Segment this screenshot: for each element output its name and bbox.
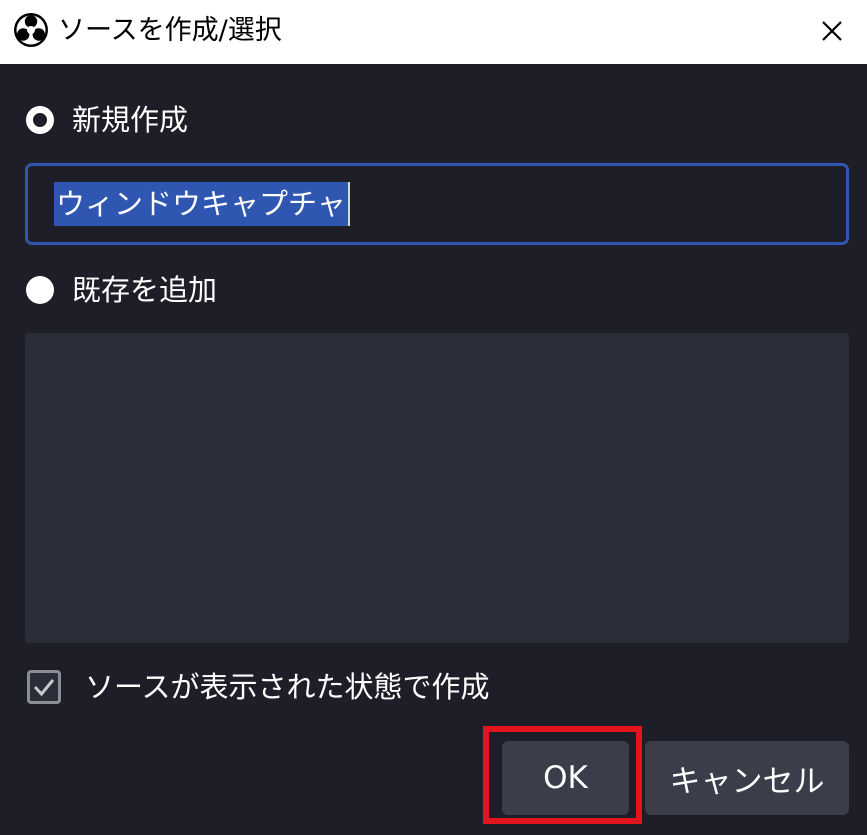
cancel-button[interactable]: キャンセル xyxy=(645,741,849,815)
existing-sources-list[interactable] xyxy=(25,333,849,643)
checkmark-icon xyxy=(33,679,55,697)
create-new-radio-option[interactable]: 新規作成 xyxy=(26,100,188,140)
add-existing-radio-option[interactable]: 既存を追加 xyxy=(26,270,217,310)
add-existing-label: 既存を追加 xyxy=(72,273,218,307)
text-caret xyxy=(347,182,350,226)
create-new-radio[interactable] xyxy=(26,106,54,134)
ok-button[interactable]: OK xyxy=(502,741,629,815)
add-existing-radio[interactable] xyxy=(26,276,54,304)
close-button[interactable] xyxy=(809,8,855,54)
source-name-value: ウィンドウキャプチャ xyxy=(54,182,348,226)
create-select-source-dialog: ソースを作成/選択 新規作成 ウィンドウキャプチャ 既存を追加 ソースが表示され… xyxy=(0,0,867,835)
dialog-title: ソースを作成/選択 xyxy=(58,15,282,46)
make-source-visible-option[interactable]: ソースが表示された状態で作成 xyxy=(27,667,490,707)
obs-logo-icon xyxy=(14,13,48,47)
make-source-visible-checkbox[interactable] xyxy=(27,670,61,704)
create-new-label: 新規作成 xyxy=(72,103,189,137)
source-name-input[interactable]: ウィンドウキャプチャ xyxy=(25,163,849,245)
close-icon xyxy=(822,21,842,41)
make-source-visible-label: ソースが表示された状態で作成 xyxy=(85,670,490,704)
title-bar: ソースを作成/選択 xyxy=(0,0,867,64)
